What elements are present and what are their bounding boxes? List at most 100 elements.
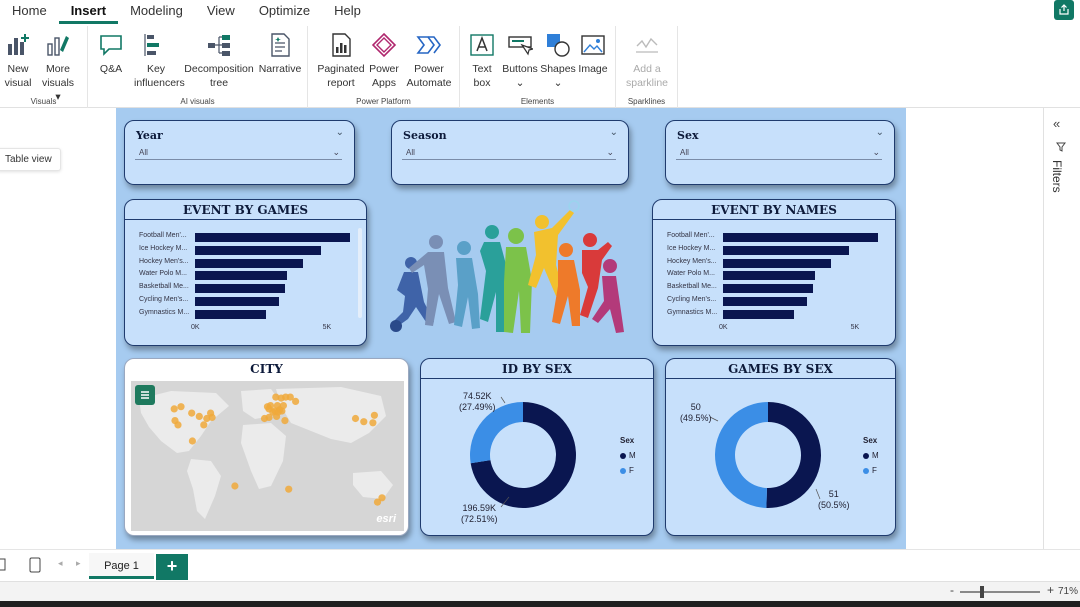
menu-optimize[interactable]: Optimize [247,0,322,24]
key-influencers-button[interactable]: Key influencers [134,32,185,90]
mobile-layout-icon[interactable] [29,557,41,573]
id-by-sex-card[interactable]: ID BY SEX 74.52K (27.49%) 196.59K (72.51… [420,358,654,536]
zoom-out-button[interactable]: - [950,583,954,597]
event-by-games-category-label: Gymnastics M... [139,308,190,316]
city-point[interactable] [266,402,275,410]
text-box-button[interactable]: Text box [466,32,498,90]
city-point[interactable] [177,403,185,411]
share-button[interactable] [1054,0,1074,20]
filters-label[interactable]: Filters [1050,160,1064,193]
city-point[interactable] [170,405,178,413]
slicer-year[interactable]: Year ⌄ All ⌄ [124,120,355,185]
id-legend-f[interactable]: F [620,466,634,475]
add-sparkline-button[interactable]: Add a sparkline [622,32,672,90]
event-by-names-bar[interactable] [723,309,795,319]
map-menu-button[interactable] [135,385,155,405]
city-point[interactable] [188,409,196,417]
event-by-names-bar[interactable] [723,258,831,268]
city-point[interactable] [195,412,203,420]
event-by-names-bar[interactable] [723,297,808,306]
zoom-slider-thumb[interactable] [980,586,985,598]
event-by-games-bar[interactable] [195,309,267,319]
city-point[interactable] [208,413,216,421]
city-point[interactable] [369,419,377,427]
games-legend-m[interactable]: M [863,451,879,460]
qa-button[interactable]: Q&A [96,32,126,76]
games-by-sex-card[interactable]: GAMES BY SEX 50 (49.5%) 51 (50.5%) Sex M… [665,358,896,536]
menu-home[interactable]: Home [0,0,59,24]
event-by-games-bar[interactable] [195,233,351,242]
city-point[interactable] [351,414,360,423]
city-point[interactable] [373,498,382,506]
event-by-games-bar[interactable] [195,284,285,294]
city-point[interactable] [285,485,293,493]
ribbon-group-power-platform: Paginated report Power Apps Power Automa… [308,26,460,108]
zoom-slider[interactable] [960,586,1040,598]
shapes-button[interactable]: Shapes ⌄ [540,32,576,90]
chevron-down-icon[interactable]: ⌄ [610,127,618,138]
city-point[interactable] [360,418,368,426]
event-by-names-card[interactable]: EVENT BY NAMES Football Men'... Ice Hocke… [652,199,896,346]
more-visuals-button[interactable]: More visuals ▾ [40,32,76,104]
chevron-down-icon[interactable]: ⌄ [336,127,344,138]
slicer-year-dropdown[interactable]: All ⌄ [135,145,342,160]
city-point[interactable] [272,393,280,401]
event-by-names-bar[interactable] [723,233,879,242]
desktop-layout-icon[interactable] [0,558,6,572]
shapes-label-2: ⌄ [553,77,563,89]
city-point[interactable] [370,411,378,419]
city-point[interactable] [188,437,196,445]
new-visual-icon [8,34,29,55]
city-point[interactable] [231,482,239,490]
menu-help[interactable]: Help [322,0,373,24]
narrative-button[interactable]: Narrative [258,32,302,76]
collapse-chevron-icon[interactable]: « [1053,116,1060,131]
buttons-button[interactable]: Buttons ⌄ [500,32,540,90]
event-by-names-bar[interactable] [723,284,813,294]
add-page-button[interactable]: + [156,554,188,580]
zoom-percentage[interactable]: 71% [1058,586,1078,597]
event-by-names-bar[interactable] [723,245,850,255]
event-by-games-card[interactable]: EVENT BY GAMES Football Men'... Ice Hocke… [124,199,367,346]
new-visual-button[interactable]: New visual [4,32,32,90]
city-point[interactable] [200,421,208,429]
city-map[interactable]: esri [131,381,404,531]
event-by-games-bar[interactable] [195,271,288,281]
page-tab-1[interactable]: Page 1 [89,553,154,579]
slicer-sex-title: Sex [677,129,699,142]
games-legend-f[interactable]: F [863,466,877,475]
prev-page-arrow-icon[interactable]: ◂ [58,558,63,569]
image-button[interactable]: Image [576,32,610,76]
city-point[interactable] [286,393,294,401]
event-by-games-bar[interactable] [195,297,280,306]
city-point[interactable] [274,408,282,416]
city-point[interactable] [174,421,182,429]
buttons-label-1: Buttons [502,63,538,75]
menu-view[interactable]: View [195,0,247,24]
menu-insert[interactable]: Insert [58,0,119,24]
paginated-report-button[interactable]: Paginated report [316,32,366,90]
zoom-in-button[interactable]: + [1047,583,1054,597]
power-automate-label-2: Automate [406,77,452,89]
filter-icon[interactable] [1056,142,1066,152]
city-point[interactable] [260,414,269,423]
event-by-games-bar[interactable] [195,258,303,268]
slicer-sex[interactable]: Sex ⌄ All ⌄ [665,120,895,185]
chevron-down-icon[interactable]: ⌄ [876,127,884,138]
event-by-names-bar[interactable] [723,271,816,281]
menu-modeling[interactable]: Modeling [118,0,195,24]
id-legend-m[interactable]: M [620,451,636,460]
slicer-season[interactable]: Season ⌄ All ⌄ [391,120,629,185]
event-by-names-category-label: Basketball Me... [667,283,717,291]
power-apps-button[interactable]: Power Apps [368,32,400,90]
slicer-sex-dropdown[interactable]: All ⌄ [676,145,882,160]
city-map-card[interactable]: CITY esri [124,358,409,536]
city-point[interactable] [281,417,289,425]
scrollbar[interactable] [358,228,362,318]
event-by-games-bar[interactable] [195,245,322,255]
next-page-arrow-icon[interactable]: ▸ [76,558,81,569]
slicer-season-dropdown[interactable]: All ⌄ [402,145,616,160]
decomposition-tree-button[interactable]: Decomposition tree [184,32,254,90]
power-automate-button[interactable]: Power Automate [404,32,454,90]
paginated-report-icon [332,33,351,57]
